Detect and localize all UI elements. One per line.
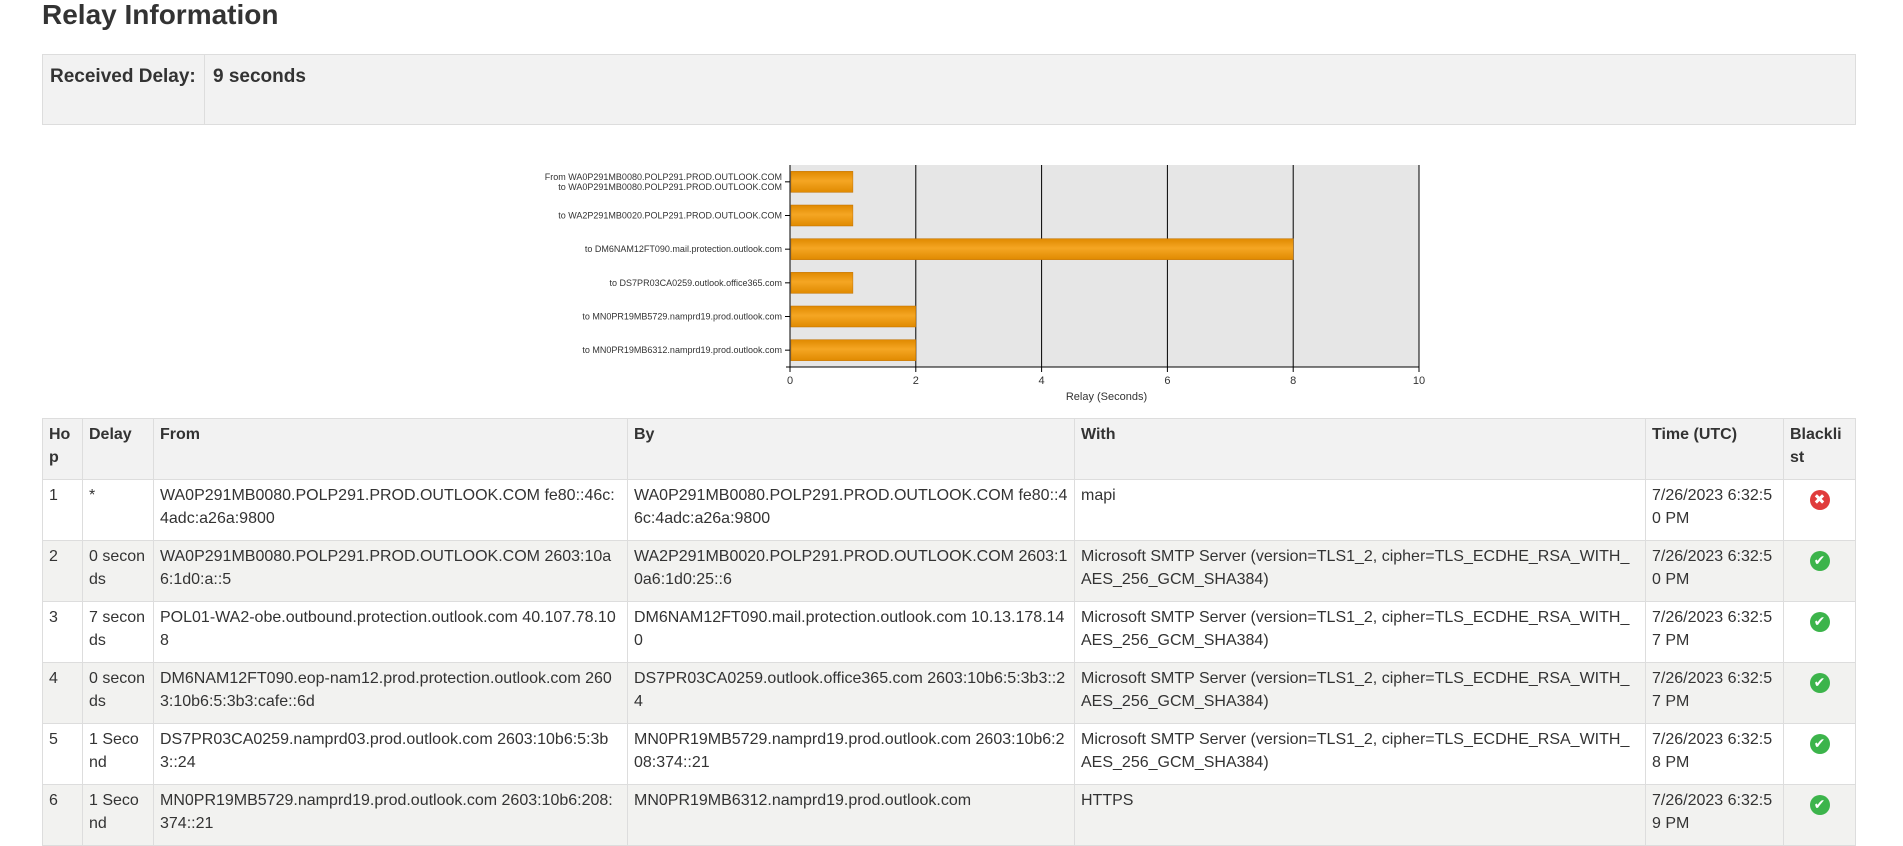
x-tick-label: 8: [1290, 375, 1296, 387]
time-cell: 7/26/2023 6:32:50 PM: [1645, 540, 1784, 602]
blacklist-cell: ✔: [1783, 662, 1856, 724]
time-cell: 7/26/2023 6:32:50 PM: [1645, 479, 1784, 541]
time-cell: 7/26/2023 6:32:57 PM: [1645, 601, 1784, 663]
chart-bar: [790, 204, 854, 227]
blacklist-cell: ✔: [1783, 723, 1856, 785]
hop-cell: 6: [42, 784, 83, 846]
from-cell: POL01-WA2-obe.outbound.protection.outloo…: [153, 601, 628, 663]
x-tick-label: 10: [1413, 375, 1425, 387]
by-cell: WA0P291MB0080.POLP291.PROD.OUTLOOK.COM f…: [627, 479, 1075, 541]
table-row: 37 seconds POL01-WA2-obe.outbound.protect…: [42, 601, 1856, 663]
hop-cell: 5: [42, 723, 83, 785]
x-tick-label: 2: [913, 375, 919, 387]
time-cell: 7/26/2023 6:32:57 PM: [1645, 662, 1784, 724]
table-header-row: Hop Delay From By With Time (UTC) Blacklist: [42, 418, 1856, 480]
delay-cell: 0 seconds: [82, 662, 154, 724]
check-circle-icon: ✔: [1809, 612, 1830, 632]
chart-bar: [790, 305, 917, 328]
delay-cell: 7 seconds: [82, 601, 154, 663]
with-cell: HTTPS: [1074, 784, 1646, 846]
time-cell: 7/26/2023 6:32:58 PM: [1645, 723, 1784, 785]
by-cell: DM6NAM12FT090.mail.protection.outlook.co…: [627, 601, 1075, 663]
y-category-label: to WA0P291MB0080.POLP291.PROD.OUTLOOK.CO…: [558, 182, 782, 192]
by-cell: MN0PR19MB6312.namprd19.prod.outlook.com: [627, 784, 1075, 846]
check-circle-icon: ✔: [1809, 673, 1830, 693]
hop-cell: 2: [42, 540, 83, 602]
check-circle-icon: ✔: [1809, 551, 1830, 571]
y-category-label: to DS7PR03CA0259.outlook.office365.com: [610, 278, 782, 288]
by-cell: DS7PR03CA0259.outlook.office365.com 2603…: [627, 662, 1075, 724]
x-axis-label: Relay (Seconds): [1066, 391, 1147, 403]
from-header: From: [153, 418, 628, 480]
delay-cell: 1 Second: [82, 723, 154, 785]
table-row: 51 Second DS7PR03CA0259.namprd03.prod.out…: [42, 723, 1856, 785]
blacklist-cell: ✔: [1783, 784, 1856, 846]
relay-table: Hop Delay From By With Time (UTC) Blacklist 1 *…: [42, 418, 1856, 846]
chart-bar: [790, 339, 917, 361]
by-cell: MN0PR19MB5729.namprd19.prod.outlook.com …: [627, 723, 1075, 785]
delay-header: Delay: [82, 418, 154, 480]
hop-header: Hop: [42, 418, 83, 480]
y-category-label: From WA0P291MB0080.POLP291.PROD.OUTLOOK.…: [545, 172, 782, 182]
delay-cell: 1 Second: [82, 784, 154, 846]
with-cell: Microsoft SMTP Server (version=TLS1_2, c…: [1074, 601, 1646, 663]
chart-plot-area: [790, 165, 1419, 367]
time-header: Time (UTC): [1645, 418, 1784, 480]
check-circle-icon: ✔: [1809, 734, 1830, 754]
check-circle-icon: ✔: [1809, 795, 1830, 815]
from-cell: MN0PR19MB5729.namprd19.prod.outlook.com …: [153, 784, 628, 846]
blacklist-header: Blacklist: [1783, 418, 1856, 480]
hop-cell: 1: [42, 479, 83, 541]
with-cell: Microsoft SMTP Server (version=TLS1_2, c…: [1074, 662, 1646, 724]
table-row: 40 seconds DM6NAM12FT090.eop-nam12.prod.p…: [42, 662, 1856, 724]
relay-information-page: Relay Information Received Delay: 9 seco…: [0, 0, 1903, 846]
from-cell: DM6NAM12FT090.eop-nam12.prod.protection.…: [153, 662, 628, 724]
y-category-label: to MN0PR19MB6312.namprd19.prod.outlook.c…: [582, 345, 782, 355]
hop-cell: 3: [42, 601, 83, 663]
table-row: 1 * WA0P291MB0080.POLP291.PROD.OUTLOOK.COM…: [42, 479, 1856, 541]
with-header: With: [1074, 418, 1646, 480]
x-tick-label: 6: [1164, 375, 1170, 387]
from-cell: WA0P291MB0080.POLP291.PROD.OUTLOOK.COM 2…: [153, 540, 628, 602]
x-circle-icon: ✖: [1809, 490, 1830, 510]
delay-cell: *: [82, 479, 154, 541]
time-cell: 7/26/2023 6:32:59 PM: [1645, 784, 1784, 846]
table-row: 20 seconds WA0P291MB0080.POLP291.PROD.OUT…: [42, 540, 1856, 602]
y-category-label: to WA2P291MB0020.POLP291.PROD.OUTLOOK.CO…: [558, 211, 782, 221]
from-cell: WA0P291MB0080.POLP291.PROD.OUTLOOK.COM f…: [153, 479, 628, 541]
blacklist-cell: ✔: [1783, 601, 1856, 663]
blacklist-cell: ✖: [1783, 479, 1856, 541]
relay-chart: 0 2 4 6 8 10 From WA0P291MB0080.POLP291.PROD.O…: [545, 165, 1425, 403]
x-tick-label: 0: [787, 375, 793, 387]
from-cell: DS7PR03CA0259.namprd03.prod.outlook.com …: [153, 723, 628, 785]
y-category-label: to DM6NAM12FT090.mail.protection.outlook…: [585, 244, 782, 254]
with-cell: Microsoft SMTP Server (version=TLS1_2, c…: [1074, 540, 1646, 602]
blacklist-cell: ✔: [1783, 540, 1856, 602]
y-category-label: to MN0PR19MB5729.namprd19.prod.outlook.c…: [582, 312, 782, 322]
chart-bar: [790, 238, 1294, 260]
chart-bar: [790, 171, 854, 193]
x-tick-label: 4: [1039, 375, 1045, 387]
by-header: By: [627, 418, 1075, 480]
with-cell: Microsoft SMTP Server (version=TLS1_2, c…: [1074, 723, 1646, 785]
hop-cell: 4: [42, 662, 83, 724]
by-cell: WA2P291MB0020.POLP291.PROD.OUTLOOK.COM 2…: [627, 540, 1075, 602]
table-row: 61 Second MN0PR19MB5729.namprd19.prod.out…: [42, 784, 1856, 846]
chart-bar: [790, 272, 854, 294]
delay-cell: 0 seconds: [82, 540, 154, 602]
with-cell: mapi: [1074, 479, 1646, 541]
